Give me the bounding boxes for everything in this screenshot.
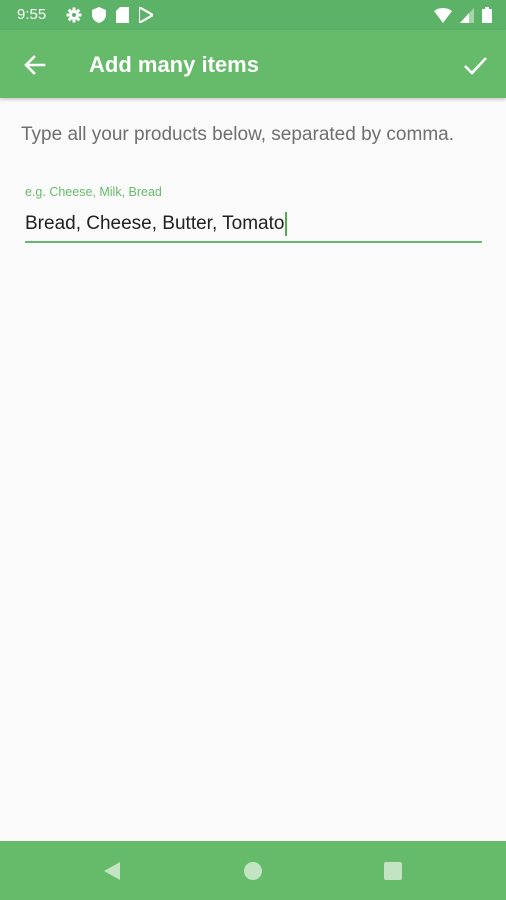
page-title: Add many items: [89, 52, 259, 77]
text-cursor: [285, 212, 288, 236]
wifi-icon: [434, 7, 452, 23]
app-bar: Add many items: [0, 30, 506, 98]
input-value[interactable]: Bread, Cheese, Butter, Tomato: [25, 213, 284, 235]
navigation-bar: [0, 841, 506, 900]
home-circle-icon: [240, 858, 266, 884]
input-label: e.g. Cheese, Milk, Bread: [25, 185, 162, 199]
gear-icon: [66, 7, 82, 23]
status-time: 9:55: [17, 6, 47, 23]
recents-square-icon: [380, 858, 406, 884]
status-bar: 9:55: [0, 0, 506, 30]
nav-back-button[interactable]: [99, 858, 125, 884]
arrow-back-icon: [20, 50, 50, 80]
play-store-icon: [139, 7, 153, 23]
sd-card-icon: [116, 7, 129, 23]
status-icons-left: [66, 6, 153, 24]
battery-icon: [482, 7, 492, 23]
instructions-text: Type all your products below, separated …: [21, 124, 455, 145]
shield-icon: [92, 7, 106, 23]
back-button[interactable]: [20, 50, 50, 80]
nav-recents-button[interactable]: [380, 858, 406, 884]
input-underline: [25, 241, 482, 243]
status-icons-right: [434, 6, 492, 24]
back-triangle-icon: [99, 858, 125, 884]
done-button[interactable]: [460, 50, 490, 80]
check-icon: [460, 50, 490, 80]
products-input[interactable]: Bread, Cheese, Butter, Tomato: [25, 212, 288, 236]
signal-icon: [460, 7, 474, 23]
nav-home-button[interactable]: [240, 858, 266, 884]
